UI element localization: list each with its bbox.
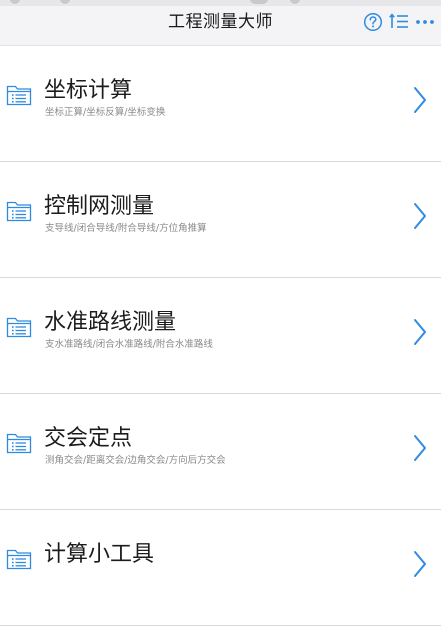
status-indicator xyxy=(290,0,300,4)
status-bar xyxy=(0,0,441,6)
help-icon xyxy=(363,12,383,32)
menu-item-title: 计算小工具 xyxy=(44,542,155,567)
app-header: 工程测量大师 xyxy=(0,0,441,46)
folder-list-icon xyxy=(6,548,32,570)
menu-item-subtitle: 支导线/闭合导线/附合导线/方位角推算 xyxy=(45,223,207,234)
menu-item-coordinate-calculation[interactable]: 坐标计算 坐标正算/坐标反算/坐标变换 xyxy=(0,46,441,162)
folder-list-icon xyxy=(6,200,32,222)
sort-list-icon xyxy=(389,13,408,28)
more-button[interactable] xyxy=(415,9,435,35)
menu-item-title: 坐标计算 xyxy=(44,78,133,103)
chevron-right-icon xyxy=(413,86,427,114)
chevron-right-icon xyxy=(413,318,427,346)
menu-item-leveling-route[interactable]: 水准路线测量 支水准路线/闭合水准路线/附合水准路线 xyxy=(0,278,441,394)
menu-item-calc-tools[interactable]: 计算小工具 xyxy=(0,510,441,626)
chevron-right-icon xyxy=(413,202,427,230)
chevron-right-icon xyxy=(413,434,427,462)
menu-item-title: 交会定点 xyxy=(44,426,133,451)
menu-item-subtitle: 测角交会/距离交会/边角交会/方向后方交会 xyxy=(45,455,226,466)
menu-list: 坐标计算 坐标正算/坐标反算/坐标变换 控制网测量 支导线/闭合导线/附合导线/… xyxy=(0,46,441,626)
menu-item-subtitle: 支水准路线/闭合水准路线/附合水准路线 xyxy=(45,339,213,350)
chevron-right-icon xyxy=(413,550,427,578)
folder-list-icon xyxy=(6,84,32,106)
menu-item-control-network[interactable]: 控制网测量 支导线/闭合导线/附合导线/方位角推算 xyxy=(0,162,441,278)
help-button[interactable] xyxy=(363,9,383,35)
status-indicator xyxy=(250,0,268,4)
header-actions xyxy=(357,9,435,35)
menu-item-title: 水准路线测量 xyxy=(44,310,177,335)
folder-list-icon xyxy=(6,316,32,338)
sort-button[interactable] xyxy=(389,9,409,35)
status-indicator xyxy=(10,0,20,4)
menu-item-title: 控制网测量 xyxy=(44,194,155,219)
status-indicator xyxy=(60,0,70,4)
menu-item-intersection[interactable]: 交会定点 测角交会/距离交会/边角交会/方向后方交会 xyxy=(0,394,441,510)
folder-list-icon xyxy=(6,432,32,454)
more-icon xyxy=(416,20,434,24)
menu-item-subtitle: 坐标正算/坐标反算/坐标变换 xyxy=(45,107,166,118)
